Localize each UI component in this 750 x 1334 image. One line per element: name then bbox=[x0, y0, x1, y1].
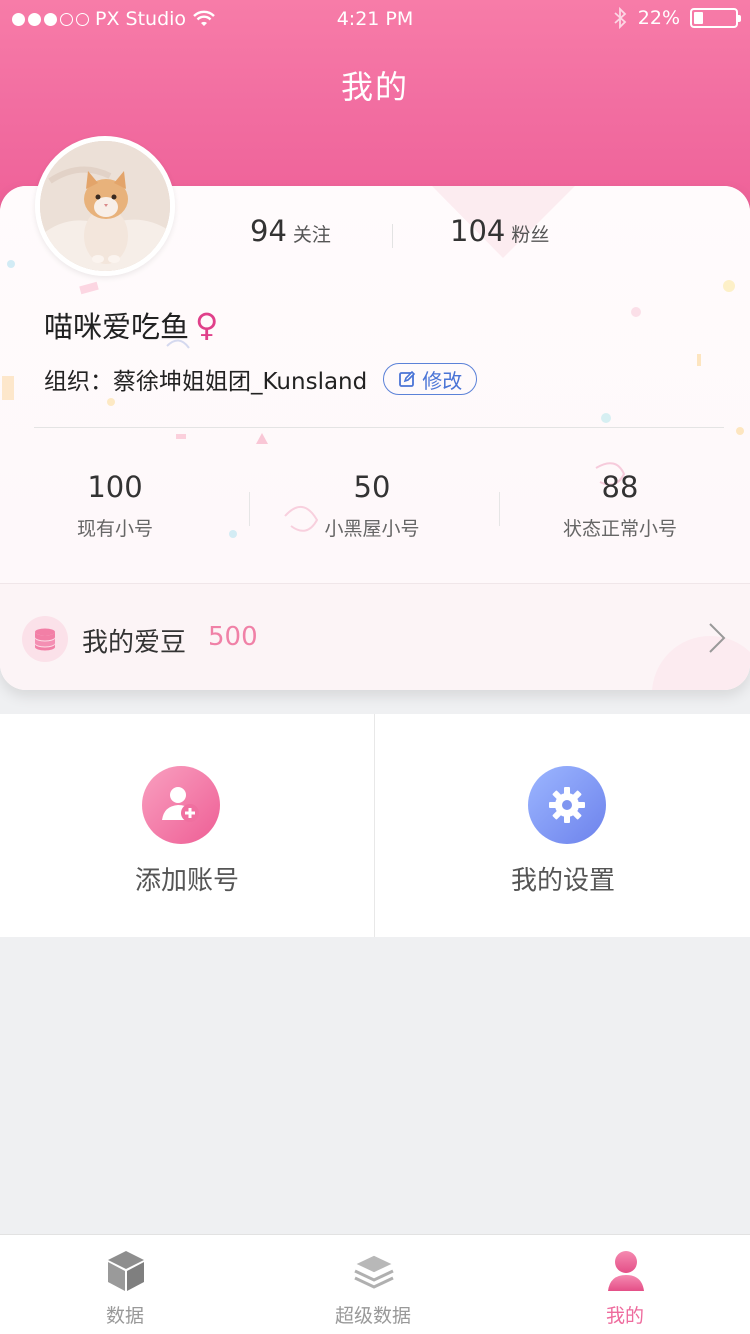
org-label: 组织： bbox=[44, 369, 113, 395]
stat-divider bbox=[392, 224, 393, 248]
tab-label: 我的 bbox=[605, 1305, 644, 1327]
account-counts: 100 现有小号 50 小黑屋小号 88 状态正常小号 bbox=[0, 470, 750, 540]
add-account-label: 添加账号 bbox=[134, 866, 239, 896]
cat-avatar-image bbox=[40, 141, 170, 271]
person-icon bbox=[608, 1251, 644, 1291]
account-count-value: 50 bbox=[353, 470, 391, 504]
coins-icon bbox=[22, 616, 68, 662]
bluetooth-icon bbox=[614, 6, 627, 30]
status-right: 22% bbox=[612, 6, 741, 30]
tab-label: 超级数据 bbox=[334, 1305, 411, 1327]
account-count-label: 状态正常小号 bbox=[562, 518, 677, 540]
tab-data[interactable]: 数据 bbox=[0, 1235, 250, 1334]
followers-label: 粉丝 bbox=[511, 224, 550, 246]
chevron-right-icon bbox=[709, 623, 726, 653]
add-account-button[interactable]: 添加账号 bbox=[0, 714, 374, 937]
followers-count: 104 bbox=[450, 214, 506, 248]
gear-icon bbox=[528, 766, 606, 844]
female-icon: ♀ bbox=[195, 306, 219, 344]
my-beans-row[interactable]: 我的爱豆 500 bbox=[0, 583, 750, 690]
following-stat[interactable]: 94 关注 bbox=[250, 214, 331, 248]
account-count-item[interactable]: 50 小黑屋小号 bbox=[262, 470, 482, 541]
following-label: 关注 bbox=[292, 224, 331, 246]
count-divider bbox=[499, 492, 500, 526]
account-count-label: 小黑屋小号 bbox=[324, 518, 420, 540]
following-count: 94 bbox=[250, 214, 287, 248]
add-user-icon bbox=[142, 766, 220, 844]
beans-label: 我的爱豆 bbox=[82, 628, 187, 658]
followers-stat[interactable]: 104 粉丝 bbox=[450, 214, 549, 248]
my-settings-button[interactable]: 我的设置 bbox=[376, 714, 750, 937]
bean-wave-decoration bbox=[652, 636, 750, 690]
edit-org-button[interactable]: 修改 bbox=[383, 363, 478, 395]
org-name: 蔡徐坤姐姐团_Kunsland bbox=[113, 369, 368, 395]
avatar[interactable] bbox=[35, 136, 175, 276]
action-grid: 添加账号 我的设置 bbox=[0, 714, 750, 937]
edit-icon bbox=[399, 370, 416, 387]
account-count-label: 现有小号 bbox=[76, 518, 153, 540]
battery-percent: 22% bbox=[637, 7, 680, 29]
org-row: 组织： 蔡徐坤姐姐团_Kunsland 修改 bbox=[44, 362, 478, 396]
username: 喵咪爱吃鱼 ♀ bbox=[44, 304, 218, 346]
tab-super-data[interactable]: 超级数据 bbox=[248, 1235, 498, 1334]
account-count-value: 88 bbox=[601, 470, 639, 504]
tab-mine[interactable]: 我的 bbox=[500, 1235, 750, 1334]
layers-icon bbox=[353, 1254, 395, 1289]
divider bbox=[34, 427, 724, 428]
page-title: 我的 bbox=[340, 68, 409, 106]
battery-icon bbox=[690, 8, 741, 28]
beans-value: 500 bbox=[208, 622, 258, 652]
account-count-value: 100 bbox=[87, 470, 143, 504]
count-divider bbox=[249, 492, 250, 526]
cube-icon bbox=[108, 1251, 144, 1291]
status-bar: PX Studio 4:21 PM 22% bbox=[0, 0, 750, 40]
account-count-item[interactable]: 88 状态正常小号 bbox=[510, 470, 730, 541]
my-settings-label: 我的设置 bbox=[510, 866, 615, 896]
tab-bar: 数据 超级数据 我的 bbox=[0, 1234, 750, 1334]
username-text: 喵咪爱吃鱼 bbox=[44, 310, 190, 344]
tab-label: 数据 bbox=[105, 1305, 144, 1327]
action-divider bbox=[374, 714, 375, 937]
account-count-item[interactable]: 100 现有小号 bbox=[5, 470, 225, 541]
edit-label: 修改 bbox=[422, 370, 463, 393]
